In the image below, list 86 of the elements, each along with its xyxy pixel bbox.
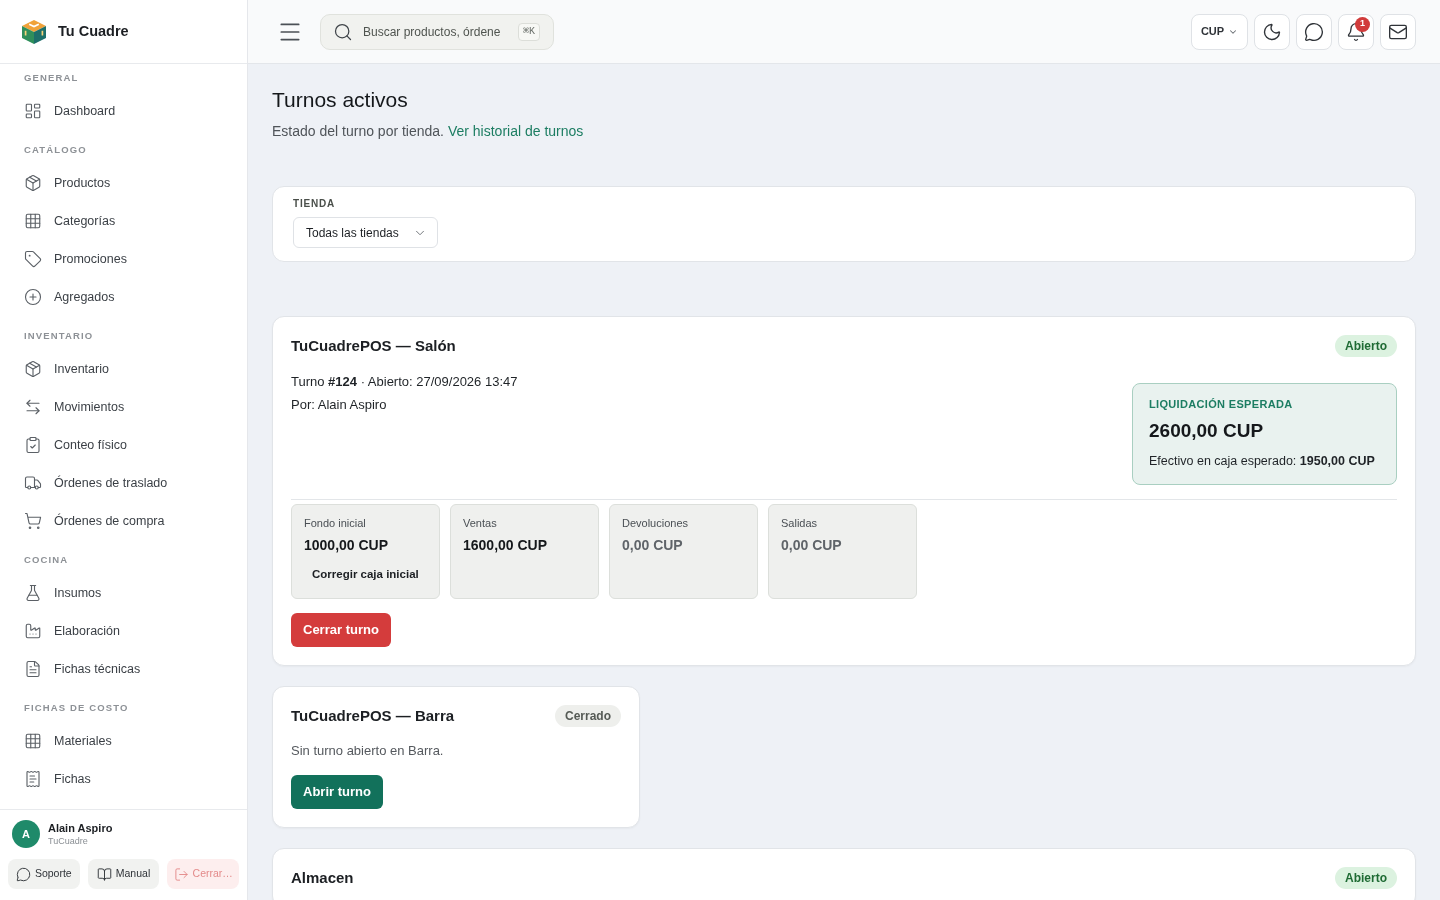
- nav-item[interactable]: Órdenes de compra: [0, 502, 247, 540]
- footer-button[interactable]: Soporte: [8, 859, 80, 889]
- settlement-amount: 2600,00 CUP: [1149, 419, 1265, 443]
- moon-icon: [1262, 21, 1282, 42]
- status-badge: Abierto: [1335, 335, 1397, 357]
- stat-label: Devoluciones: [622, 516, 690, 531]
- stat-label: Ventas: [463, 516, 498, 531]
- stat-value: 1600,00 CUP: [463, 536, 549, 555]
- flask-icon: [24, 584, 42, 602]
- shift-opened-by: Por: Alain Aspiro: [291, 396, 388, 414]
- dashboard-grid-icon: [24, 102, 42, 120]
- nav-item[interactable]: Elaboración: [0, 612, 247, 650]
- nav-item[interactable]: Categorías: [0, 202, 247, 240]
- search-field[interactable]: Buscar productos, órdene ⌘K: [320, 13, 554, 50]
- nav-item[interactable]: Movimientos: [0, 388, 247, 426]
- chat-bubble-icon: [15, 866, 31, 882]
- factory-icon: [24, 622, 42, 640]
- stat-value: 1000,00 CUP: [304, 536, 390, 555]
- section-label: COCINA: [23, 553, 70, 567]
- box-icon: [24, 360, 42, 378]
- nav-item[interactable]: Insumos: [0, 574, 247, 612]
- shift-action-button[interactable]: Cerrar turno: [291, 613, 391, 647]
- section-label: FICHAS DE COSTO: [23, 701, 130, 715]
- nav-item[interactable]: Conteo físico: [0, 426, 247, 464]
- shift-action-button[interactable]: Abrir turno: [291, 775, 383, 809]
- receipt-icon: [24, 770, 42, 788]
- messages-button[interactable]: [1296, 13, 1332, 50]
- nav-item[interactable]: Órdenes de traslado: [0, 464, 247, 502]
- document-icon: [24, 660, 42, 678]
- stat-value: 0,00 CUP: [781, 536, 843, 555]
- shortcut-key: ⌘K: [517, 22, 540, 41]
- correct-cash-button[interactable]: Corregir caja inicial: [304, 562, 427, 588]
- stat-label: Fondo inicial: [304, 516, 367, 531]
- search-input[interactable]: Buscar productos, órdene: [363, 22, 508, 41]
- status-badge: Abierto: [1335, 867, 1397, 889]
- footer-button[interactable]: Manual: [87, 859, 160, 889]
- nav-item[interactable]: Agregados: [0, 278, 247, 316]
- nav-item[interactable]: Productos: [0, 164, 247, 202]
- bell-icon: [1346, 21, 1366, 42]
- nav-item[interactable]: Inventario: [0, 350, 247, 388]
- page-subtitle: Estado del turno por tienda. Ver historial de turnos: [272, 122, 585, 141]
- user-avatar: A: [12, 820, 40, 848]
- store-name: Almacen: [291, 867, 354, 888]
- logout-icon: [173, 866, 189, 882]
- section-label: CATÁLOGO: [23, 143, 88, 157]
- brand-name: Tu Cuadre: [58, 21, 129, 41]
- shift-info: Turno #124 · Abierto: 27/09/2026 13:47: [291, 373, 518, 391]
- grid-icon: [24, 212, 42, 230]
- store-name: TuCuadrePOS — Barra: [291, 705, 455, 726]
- box-icon: [24, 174, 42, 192]
- truck-icon: [24, 474, 42, 492]
- settlement-label: LIQUIDACIÓN ESPERADA: [1149, 397, 1294, 412]
- notification-badge: 1: [1355, 16, 1370, 32]
- currency-button[interactable]: CUP: [1191, 13, 1248, 50]
- grid-icon: [24, 732, 42, 750]
- user-org: TuCuadre: [48, 835, 89, 847]
- chat-bubble-icon: [1304, 21, 1324, 42]
- section-label: GENERAL: [23, 71, 80, 85]
- notifications-button[interactable]: 1: [1338, 13, 1374, 50]
- cube-logo-icon: [22, 19, 46, 44]
- plus-circle-icon: [24, 288, 42, 306]
- stat-label: Salidas: [781, 516, 819, 531]
- cart-icon: [24, 512, 42, 530]
- arrows-icon: [24, 398, 42, 416]
- mail-button[interactable]: [1380, 13, 1416, 50]
- store-name: TuCuadrePOS — Salón: [291, 335, 456, 356]
- nav-item[interactable]: Materiales: [0, 722, 247, 760]
- status-badge: Cerrado: [555, 705, 621, 727]
- clipboard-check-icon: [24, 436, 42, 454]
- tag-icon: [24, 250, 42, 268]
- search-icon: [333, 21, 353, 42]
- nav-item[interactable]: Fichas: [0, 760, 247, 798]
- store-note: Sin turno abierto en Barra.: [291, 742, 445, 760]
- history-link[interactable]: Ver historial de turnos: [447, 123, 584, 139]
- filter-label: TIENDA: [293, 197, 337, 211]
- nav-item[interactable]: Dashboard: [0, 92, 247, 130]
- theme-button[interactable]: [1254, 13, 1290, 50]
- user-name: Alain Aspiro: [48, 821, 113, 835]
- section-label: INVENTARIO: [23, 329, 95, 343]
- stat-value: 0,00 CUP: [622, 536, 684, 555]
- nav-item[interactable]: Fichas técnicas: [0, 650, 247, 688]
- expected-cash: Efectivo en caja esperado: 1950,00 CUP: [1149, 453, 1376, 470]
- book-icon: [96, 866, 112, 882]
- page-title: Turnos activos: [272, 87, 409, 113]
- store-select[interactable]: Todas las tiendas: [293, 217, 438, 248]
- nav-item[interactable]: Promociones: [0, 240, 247, 278]
